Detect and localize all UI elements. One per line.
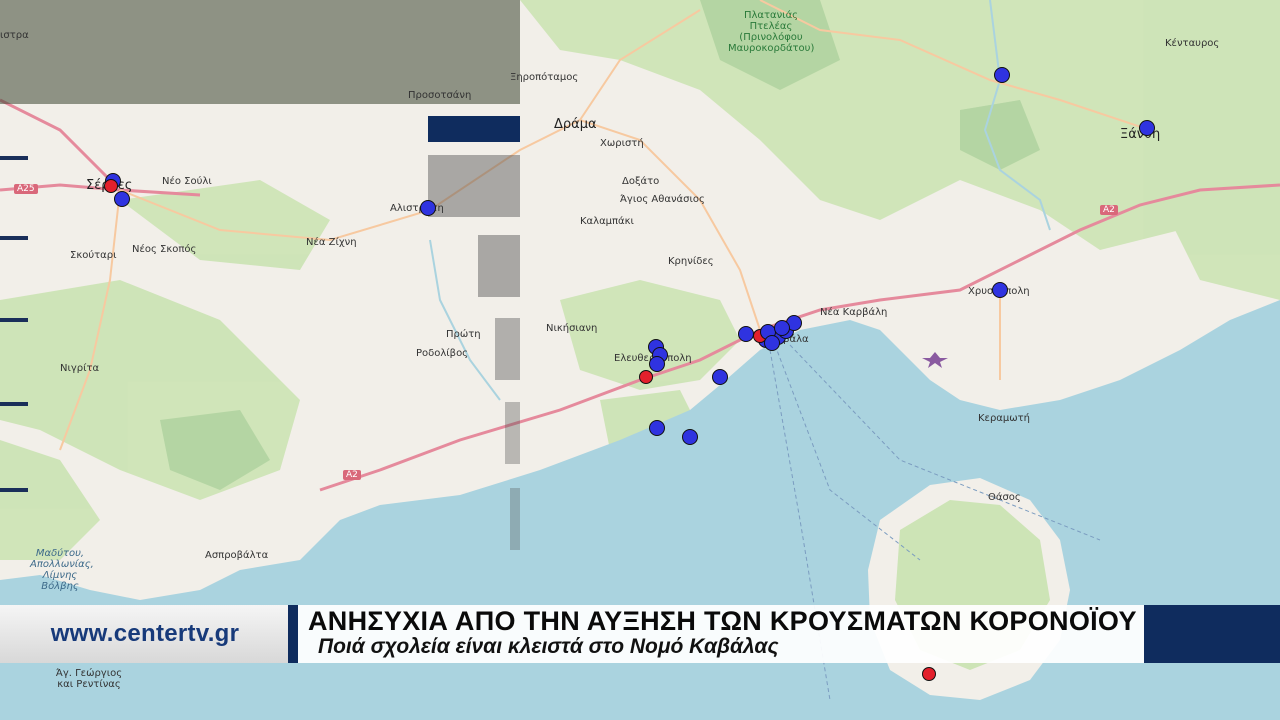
banner-right-panel <box>1144 605 1280 663</box>
news-headline: ΑΝΗΣΥΧΙΑ ΑΠΟ ΤΗΝ ΑΥΞΗΣΗ ΤΩΝ ΚΡΟΥΣΜΑΤΩΝ Κ… <box>308 606 1137 636</box>
place-label: Νέα Ζίχνη <box>306 237 357 248</box>
transition-block <box>510 488 520 550</box>
area-label: Πλατανιάς Πτελέας (Πρινολόφου Μαυροκορδά… <box>728 10 815 54</box>
transition-block <box>495 318 520 380</box>
school-marker-red[interactable] <box>104 179 118 193</box>
place-label: Άγ. Γεώργιος και Ρεντίνας <box>55 668 123 690</box>
road-shield: A2 <box>343 470 361 480</box>
place-label: Νικήσιανη <box>546 323 598 334</box>
lake-label: Μαδύτου, Απολλωνίας, Λίμνης Βόλβης <box>30 548 94 592</box>
place-label: Δράμα <box>554 117 597 132</box>
school-marker-red[interactable] <box>922 667 936 681</box>
school-marker-blue[interactable] <box>682 429 698 445</box>
school-marker-blue[interactable] <box>420 200 436 216</box>
transition-block <box>478 235 520 297</box>
road-shield: A2 <box>1100 205 1118 215</box>
place-label: Θάσος <box>988 492 1021 503</box>
transition-bar <box>428 116 520 142</box>
school-marker-blue[interactable] <box>764 335 780 351</box>
school-marker-blue[interactable] <box>1139 120 1155 136</box>
school-marker-red[interactable] <box>639 370 653 384</box>
dark-overlay-panel <box>0 0 520 104</box>
edge-tick <box>0 488 28 492</box>
place-label: Άγιος Αθανάσιος <box>620 194 705 205</box>
school-marker-blue[interactable] <box>994 67 1010 83</box>
place-label: Νέα Καρβάλη <box>820 307 888 318</box>
edge-tick <box>0 236 28 240</box>
school-marker-blue[interactable] <box>774 320 790 336</box>
school-marker-blue[interactable] <box>712 369 728 385</box>
school-marker-blue[interactable] <box>738 326 754 342</box>
edge-tick <box>0 318 28 322</box>
place-label: Δοξάτο <box>622 176 660 187</box>
place-label: Ξηροπόταμος <box>510 72 579 83</box>
place-label: Νιγρίτα <box>60 363 100 374</box>
edge-tick <box>0 156 28 160</box>
place-label: Προσοτσάνη <box>408 90 472 101</box>
place-label: Κρηνίδες <box>668 256 714 267</box>
place-label: Ροδολίβος <box>416 348 469 359</box>
place-label: ιστρα <box>0 30 29 41</box>
edge-tick <box>0 402 28 406</box>
place-label: Ασπροβάλτα <box>205 550 269 561</box>
place-label: Σκούταρι <box>70 250 117 261</box>
school-marker-blue[interactable] <box>114 191 130 207</box>
school-marker-blue[interactable] <box>992 282 1008 298</box>
place-label: Νέος Σκοπός <box>132 244 197 255</box>
news-subheadline: Ποιά σχολεία είναι κλειστά στο Νομό Καβά… <box>318 635 779 658</box>
place-label: Καλαμπάκι <box>580 216 634 227</box>
road-shield: A25 <box>14 184 38 194</box>
place-label: Νέο Σούλι <box>162 176 212 187</box>
place-label: Πρώτη <box>446 329 481 340</box>
place-label: Κένταυρος <box>1165 38 1220 49</box>
school-marker-blue[interactable] <box>649 356 665 372</box>
transition-block <box>505 402 520 464</box>
place-label: Κεραμωτή <box>978 413 1030 424</box>
school-marker-blue[interactable] <box>649 420 665 436</box>
place-label: Χωριστή <box>600 138 644 149</box>
site-url: www.centertv.gr <box>50 620 240 647</box>
